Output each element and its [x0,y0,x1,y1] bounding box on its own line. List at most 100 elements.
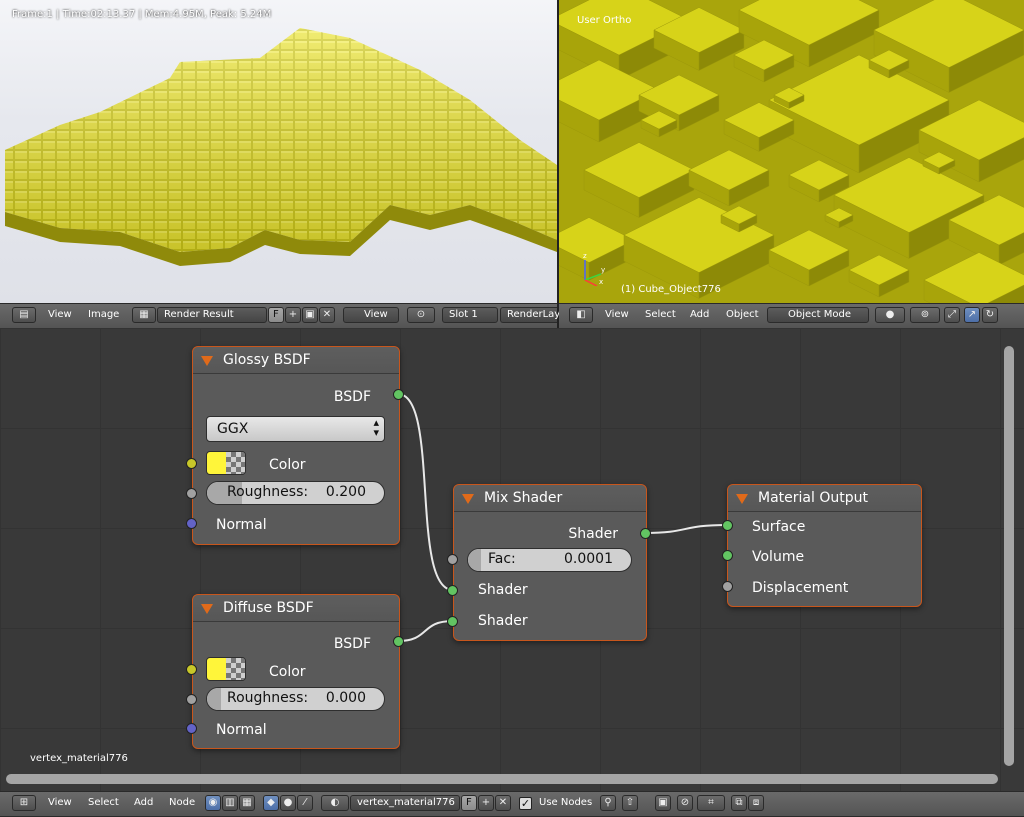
object-shader-icon[interactable]: ◆ [263,795,279,811]
roughness-slider[interactable]: Roughness: 0.200 [206,481,385,505]
material-name-field[interactable]: vertex_material776 [350,795,460,811]
menu-object[interactable]: Object [726,309,759,320]
editor-type-icon[interactable]: ◧ [569,307,593,323]
mix-shader-input-2-socket[interactable] [447,616,458,627]
menu-image[interactable]: Image [88,309,119,320]
mix-shader-output-socket[interactable] [640,528,651,539]
use-nodes-label: Use Nodes [539,797,593,808]
volume-input-socket[interactable] [722,550,733,561]
render-info-text: Frame:1 | Time:02:13.37 | Mem:4.95M, Pea… [12,9,272,20]
normal-label: Normal [216,722,267,738]
fake-user-button[interactable]: F [268,307,284,323]
material-output-node[interactable]: Material Output Surface Volume Displacem… [727,484,922,607]
roughness-slider[interactable]: Roughness: 0.000 [206,687,385,711]
manipulator-icon[interactable]: ⤢ [944,307,960,323]
mix-shader-node[interactable]: Mix Shader Shader Fac: 0.0001 Shader Sha… [453,484,647,641]
shading-icon[interactable]: ● [875,307,905,323]
render-layer-dropdown[interactable]: RenderLaye [500,307,566,323]
glossy-bsdf-output-socket[interactable] [393,389,404,400]
pivot-icon[interactable]: ⊙ [407,307,435,323]
pivot-point-icon[interactable]: ⊚ [910,307,940,323]
color-label: Color [269,457,306,473]
collapse-arrow-icon[interactable] [201,604,213,614]
menu-view[interactable]: View [605,309,629,320]
open-image-icon[interactable]: ▣ [302,307,318,323]
updown-icon: ▴ ▾ [373,416,379,439]
bsdf-output-label: BSDF [333,389,371,405]
node-editor[interactable]: Glossy BSDF BSDF GGX ▴ ▾ Color Roughness:… [0,328,1024,791]
slot-dropdown[interactable]: Slot 1 [442,307,498,323]
svg-text:z: z [583,252,587,260]
shader-nodes-icon[interactable]: ◉ [205,795,221,811]
displacement-input-socket[interactable] [722,581,733,592]
translate-icon[interactable]: ↗ [964,307,980,323]
pin-icon[interactable]: ⚲ [600,795,616,811]
use-nodes-checkbox[interactable]: ✓ [519,797,532,810]
menu-view[interactable]: View [48,309,72,320]
editor-type-icon[interactable]: ▤ [12,307,36,323]
unlink-material-icon[interactable]: ✕ [495,795,511,811]
new-material-icon[interactable]: + [478,795,494,811]
texture-nodes-icon[interactable]: ▦ [239,795,255,811]
diffuse-bsdf-node[interactable]: Diffuse BSDF BSDF Color Roughness: 0.000… [192,594,400,749]
snap-icon[interactable]: ▣ [655,795,671,811]
glossy-normal-socket[interactable] [186,518,197,529]
menu-node[interactable]: Node [169,797,195,808]
surface-input-socket[interactable] [722,520,733,531]
render-result-view[interactable]: Frame:1 | Time:02:13.37 | Mem:4.95M, Pea… [0,0,557,303]
vertical-scrollbar[interactable] [1004,346,1014,766]
diffuse-normal-socket[interactable] [186,723,197,734]
diffuse-bsdf-output-socket[interactable] [393,636,404,647]
collapse-arrow-icon[interactable] [201,356,213,366]
snap-element-icon[interactable]: ⊘ [677,795,693,811]
menu-view[interactable]: View [48,797,72,808]
menu-select[interactable]: Select [645,309,676,320]
image-name-field[interactable]: Render Result [157,307,267,323]
node-title: Diffuse BSDF [223,600,314,616]
view-dropdown[interactable]: View [343,307,399,323]
mix-fac-socket[interactable] [447,554,458,565]
collapse-arrow-icon[interactable] [462,494,474,504]
material-name-label: vertex_material776 [30,753,128,764]
glossy-roughness-socket[interactable] [186,488,197,499]
viewport-header: ◧ View Select Add Object Object Mode ● ⊚… [559,303,1024,329]
parent-icon[interactable]: ⇧ [622,795,638,811]
shader-input-label: Shader [478,582,528,598]
color-swatch[interactable] [206,451,246,475]
new-image-icon[interactable]: + [285,307,301,323]
view-mode-label: User Ortho [577,15,632,26]
normal-label: Normal [216,517,267,533]
glossy-bsdf-node[interactable]: Glossy BSDF BSDF GGX ▴ ▾ Color Roughness:… [192,346,400,545]
active-object-label: (1) Cube_Object776 [621,284,721,295]
color-swatch[interactable] [206,657,246,681]
render-image [5,28,557,266]
horizontal-scrollbar[interactable] [6,774,998,784]
snap-grid-icon[interactable]: ⌗ [697,795,725,811]
mode-dropdown[interactable]: Object Mode [767,307,869,323]
distribution-dropdown[interactable]: GGX ▴ ▾ [206,416,385,442]
world-shader-icon[interactable]: ● [280,795,296,811]
fac-slider[interactable]: Fac: 0.0001 [467,548,632,572]
rotate-icon[interactable]: ↻ [982,307,998,323]
diffuse-roughness-socket[interactable] [186,694,197,705]
unlink-image-icon[interactable]: ✕ [319,307,335,323]
mix-shader-input-1-socket[interactable] [447,585,458,596]
3d-viewport[interactable]: User Ortho z y x (1) Cube_Object776 [559,0,1024,303]
menu-add[interactable]: Add [134,797,153,808]
editor-type-icon[interactable]: ⊞ [12,795,36,811]
shader-input-label: Shader [478,613,528,629]
axis-gizmo-icon: z y x [583,252,605,286]
copy-nodes-icon[interactable]: ⧉ [731,795,747,811]
menu-select[interactable]: Select [88,797,119,808]
material-browse-icon[interactable]: ◐ [321,795,349,811]
paste-nodes-icon[interactable]: ⧈ [748,795,764,811]
menu-add[interactable]: Add [690,309,709,320]
diffuse-color-socket[interactable] [186,664,197,675]
collapse-arrow-icon[interactable] [736,494,748,504]
image-browse-icon[interactable]: ▦ [132,307,156,323]
shader-output-label: Shader [568,526,618,542]
fake-user-button[interactable]: F [461,795,477,811]
linestyle-shader-icon[interactable]: ⁄ [297,795,313,811]
compositing-nodes-icon[interactable]: ▥ [222,795,238,811]
glossy-color-socket[interactable] [186,458,197,469]
